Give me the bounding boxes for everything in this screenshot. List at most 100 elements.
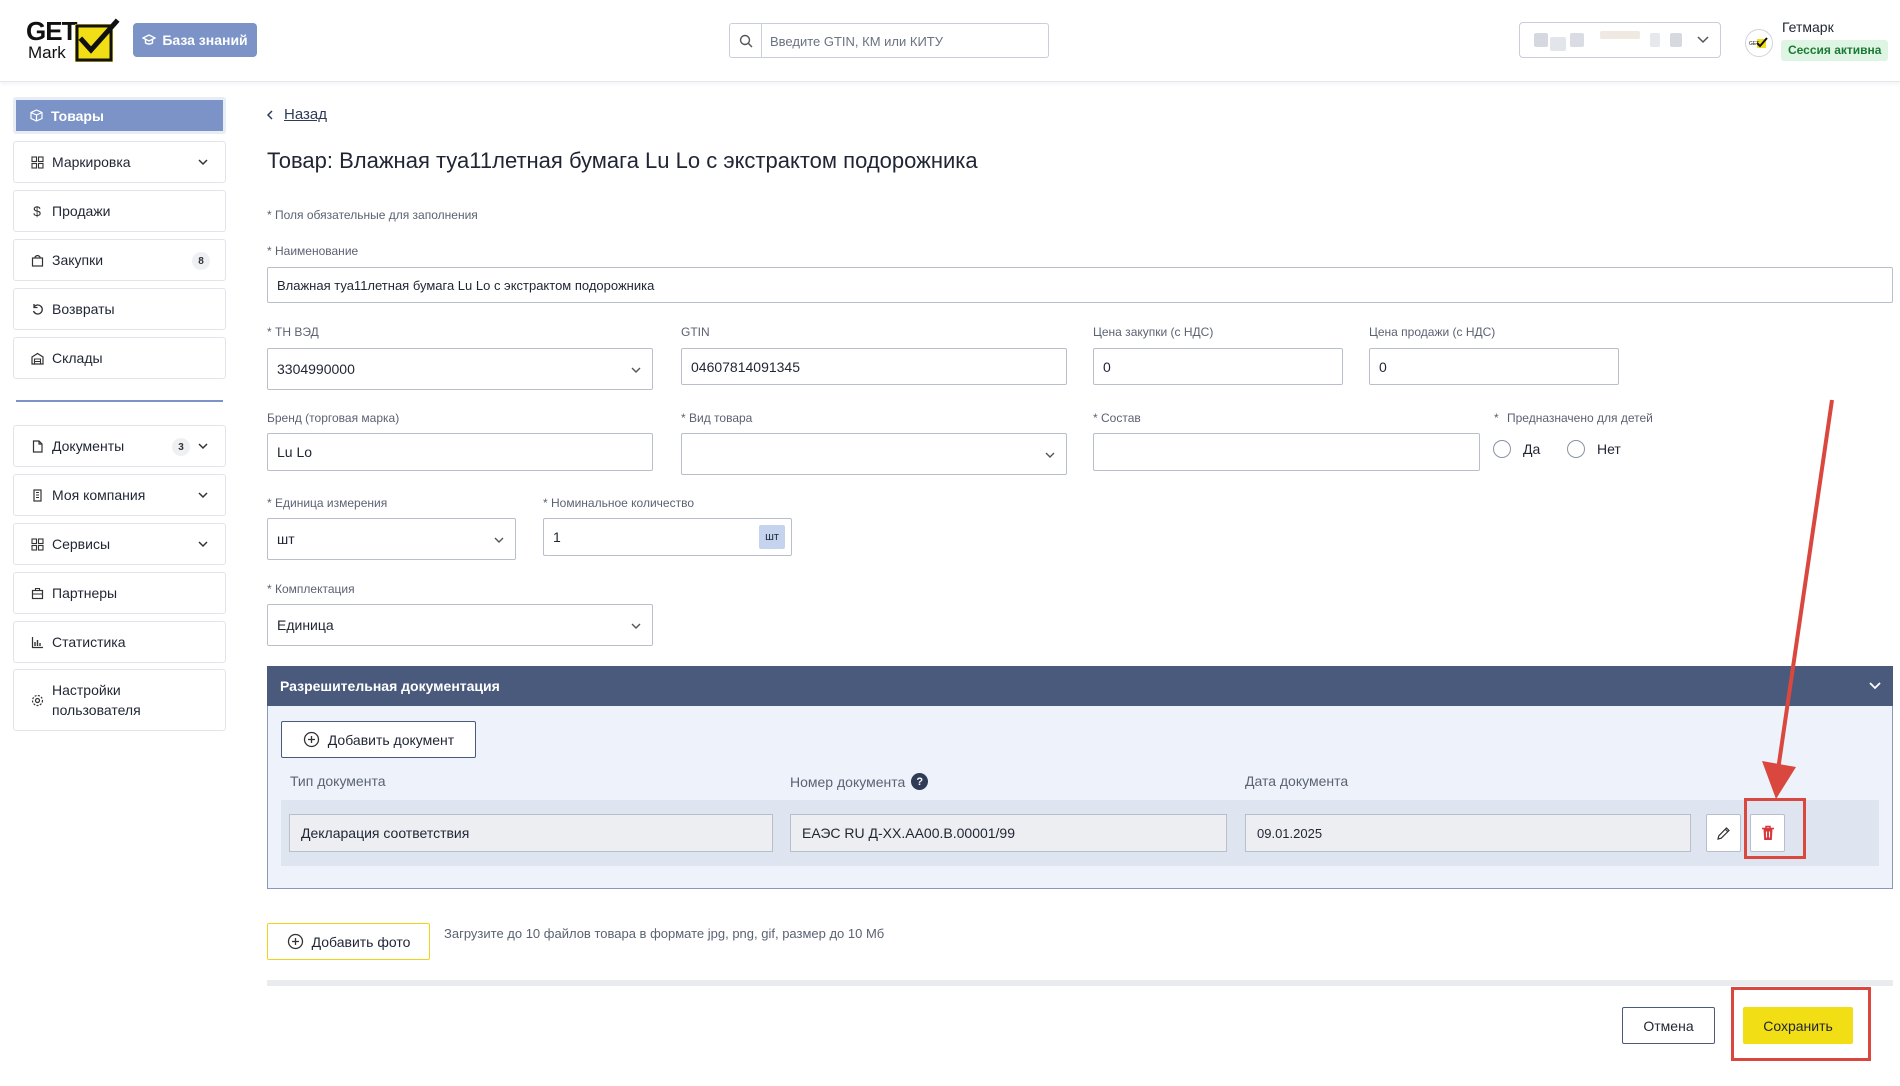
chevron-down-icon[interactable] bbox=[1867, 678, 1883, 694]
cancel-button[interactable]: Отмена bbox=[1622, 1007, 1715, 1044]
nominal-qty-field[interactable]: 1 шт bbox=[543, 518, 792, 556]
permit-docs-title: Разрешительная документация bbox=[280, 678, 500, 694]
sidebar-item-products[interactable]: Товары bbox=[13, 97, 226, 134]
chevron-down-icon bbox=[198, 492, 208, 499]
dollar-icon: $ bbox=[33, 203, 41, 219]
unit-select[interactable]: шт bbox=[267, 518, 516, 560]
tnved-select[interactable]: 3304990000 bbox=[267, 348, 653, 390]
chevron-down-icon bbox=[631, 367, 641, 373]
kit-label: * Комплектация bbox=[267, 582, 355, 596]
sidebar-item-label: Продажи bbox=[52, 203, 111, 219]
composition-field[interactable] bbox=[1093, 433, 1480, 471]
sidebar-item-marking[interactable]: Маркировка bbox=[13, 141, 226, 183]
chevron-left-icon bbox=[266, 109, 273, 120]
brand-field[interactable]: Lu Lo bbox=[267, 433, 653, 471]
add-photo-button[interactable]: Добавить фото bbox=[267, 923, 430, 960]
brand-value: Lu Lo bbox=[277, 444, 313, 460]
sidebar-item-documents[interactable]: Документы 3 bbox=[13, 425, 226, 467]
document-icon bbox=[30, 439, 44, 453]
chevron-down-icon bbox=[198, 541, 208, 548]
sidebar-item-label: Сервисы bbox=[52, 536, 111, 552]
purchase-price-field[interactable]: 0 bbox=[1093, 348, 1343, 385]
chevron-down-icon bbox=[1697, 36, 1709, 44]
sidebar-item-label: Закупки bbox=[52, 252, 104, 268]
grid-icon bbox=[30, 155, 44, 169]
nominal-qty-unit: шт bbox=[759, 525, 785, 549]
warehouse-icon bbox=[30, 351, 44, 365]
avatar[interactable]: GET bbox=[1745, 29, 1773, 57]
sale-price-field[interactable]: 0 bbox=[1369, 348, 1619, 385]
knowledge-base-button[interactable]: База знаний bbox=[133, 23, 257, 57]
sidebar-item-returns[interactable]: Возвраты bbox=[13, 288, 226, 330]
col-doc-type: Тип документа bbox=[290, 773, 386, 789]
sidebar-item-label: Моя компания bbox=[52, 487, 146, 503]
sidebar-item-label: Партнеры bbox=[52, 585, 118, 601]
sidebar-item-label: Маркировка bbox=[52, 154, 131, 170]
kit-select[interactable]: Единица bbox=[267, 604, 653, 646]
back-link[interactable]: Назад bbox=[266, 106, 327, 123]
sidebar-item-warehouses[interactable]: Склады bbox=[13, 337, 226, 379]
product-type-label: * Вид товара bbox=[681, 411, 753, 425]
sidebar-item-sales[interactable]: $ Продажи bbox=[13, 190, 226, 232]
organization-select[interactable] bbox=[1519, 22, 1721, 58]
unit-value: шт bbox=[277, 531, 295, 547]
search-input[interactable] bbox=[770, 30, 1040, 52]
partners-icon bbox=[30, 586, 44, 600]
gtin-field[interactable]: 04607814091345 bbox=[681, 348, 1067, 385]
col-doc-date: Дата документа bbox=[1245, 773, 1348, 789]
chevron-down-icon bbox=[198, 159, 208, 166]
edit-document-button[interactable] bbox=[1706, 814, 1741, 852]
chart-icon bbox=[30, 635, 44, 649]
no-label: Нет bbox=[1597, 441, 1621, 457]
redacted-block bbox=[1670, 33, 1682, 47]
sidebar-item-user-settings[interactable]: Настройки пользователя bbox=[13, 669, 226, 731]
unit-label: * Единица измерения bbox=[267, 496, 388, 510]
annotation-arrow-icon bbox=[1762, 399, 1834, 799]
product-type-select[interactable] bbox=[681, 433, 1067, 475]
getmark-logo[interactable]: GET Mark bbox=[26, 18, 120, 64]
sidebar-item-label: Возвраты bbox=[52, 301, 115, 317]
add-photo-label: Добавить фото bbox=[311, 933, 411, 950]
yes-label: Да bbox=[1523, 441, 1541, 457]
sale-price-value: 0 bbox=[1379, 358, 1387, 375]
col-doc-number-label: Номер документа bbox=[790, 773, 906, 790]
required-note: * Поля обязательные для заполнения bbox=[267, 208, 478, 222]
cancel-label: Отмена bbox=[1643, 1017, 1694, 1034]
count-badge: 8 bbox=[192, 252, 210, 270]
grid-icon bbox=[30, 537, 44, 551]
sidebar-item-services[interactable]: Сервисы bbox=[13, 523, 226, 565]
box-icon bbox=[29, 109, 43, 123]
doc-date-value: 09.01.2025 bbox=[1257, 825, 1323, 841]
for-children-star: * bbox=[1494, 411, 1499, 425]
doc-number-cell: ЕАЭС RU Д-ХХ.АА00.В.00001/99 bbox=[790, 814, 1227, 852]
sidebar-item-partners[interactable]: Партнеры bbox=[13, 572, 226, 614]
gear-icon bbox=[30, 693, 44, 707]
kit-value: Единица bbox=[277, 617, 334, 633]
back-label: Назад bbox=[284, 106, 327, 123]
sidebar-item-statistics[interactable]: Статистика bbox=[13, 621, 226, 663]
search-icon[interactable] bbox=[730, 24, 762, 57]
col-doc-date-label: Дата документа bbox=[1245, 773, 1349, 789]
footer-divider bbox=[267, 980, 1893, 986]
for-children-no-radio[interactable] bbox=[1567, 440, 1585, 458]
search-box[interactable] bbox=[729, 23, 1049, 58]
for-children-label: Предназначено для детей bbox=[1507, 411, 1653, 425]
nominal-qty-label: * Номинальное количество bbox=[543, 496, 694, 510]
photo-upload-hint: Загрузите до 10 файлов товара в формате … bbox=[444, 926, 885, 941]
gtin-value: 04607814091345 bbox=[691, 358, 801, 375]
sidebar-item-my-company[interactable]: Моя компания bbox=[13, 474, 226, 516]
add-document-button[interactable]: Добавить документ bbox=[281, 721, 476, 758]
sidebar-item-label: Склады bbox=[52, 350, 103, 366]
chevron-down-icon bbox=[631, 623, 641, 629]
plus-circle-icon bbox=[303, 731, 319, 748]
permit-docs-header[interactable]: Разрешительная документация bbox=[267, 666, 1893, 706]
col-doc-number: Номер документа ? bbox=[790, 773, 929, 790]
user-name[interactable]: Гетмарк bbox=[1782, 19, 1834, 35]
brand-label: Бренд (торговая марка) bbox=[267, 411, 400, 425]
name-field[interactable]: Влажная туа11летная бумага Lu Lo с экстр… bbox=[267, 267, 1893, 303]
sidebar-item-purchases[interactable]: Закупки 8 bbox=[13, 239, 226, 281]
logo-mini-icon: GET bbox=[1749, 37, 1768, 48]
help-icon[interactable]: ? bbox=[911, 773, 929, 790]
for-children-yes-radio[interactable] bbox=[1493, 440, 1511, 458]
sidebar-item-label: Статистика bbox=[52, 634, 126, 650]
